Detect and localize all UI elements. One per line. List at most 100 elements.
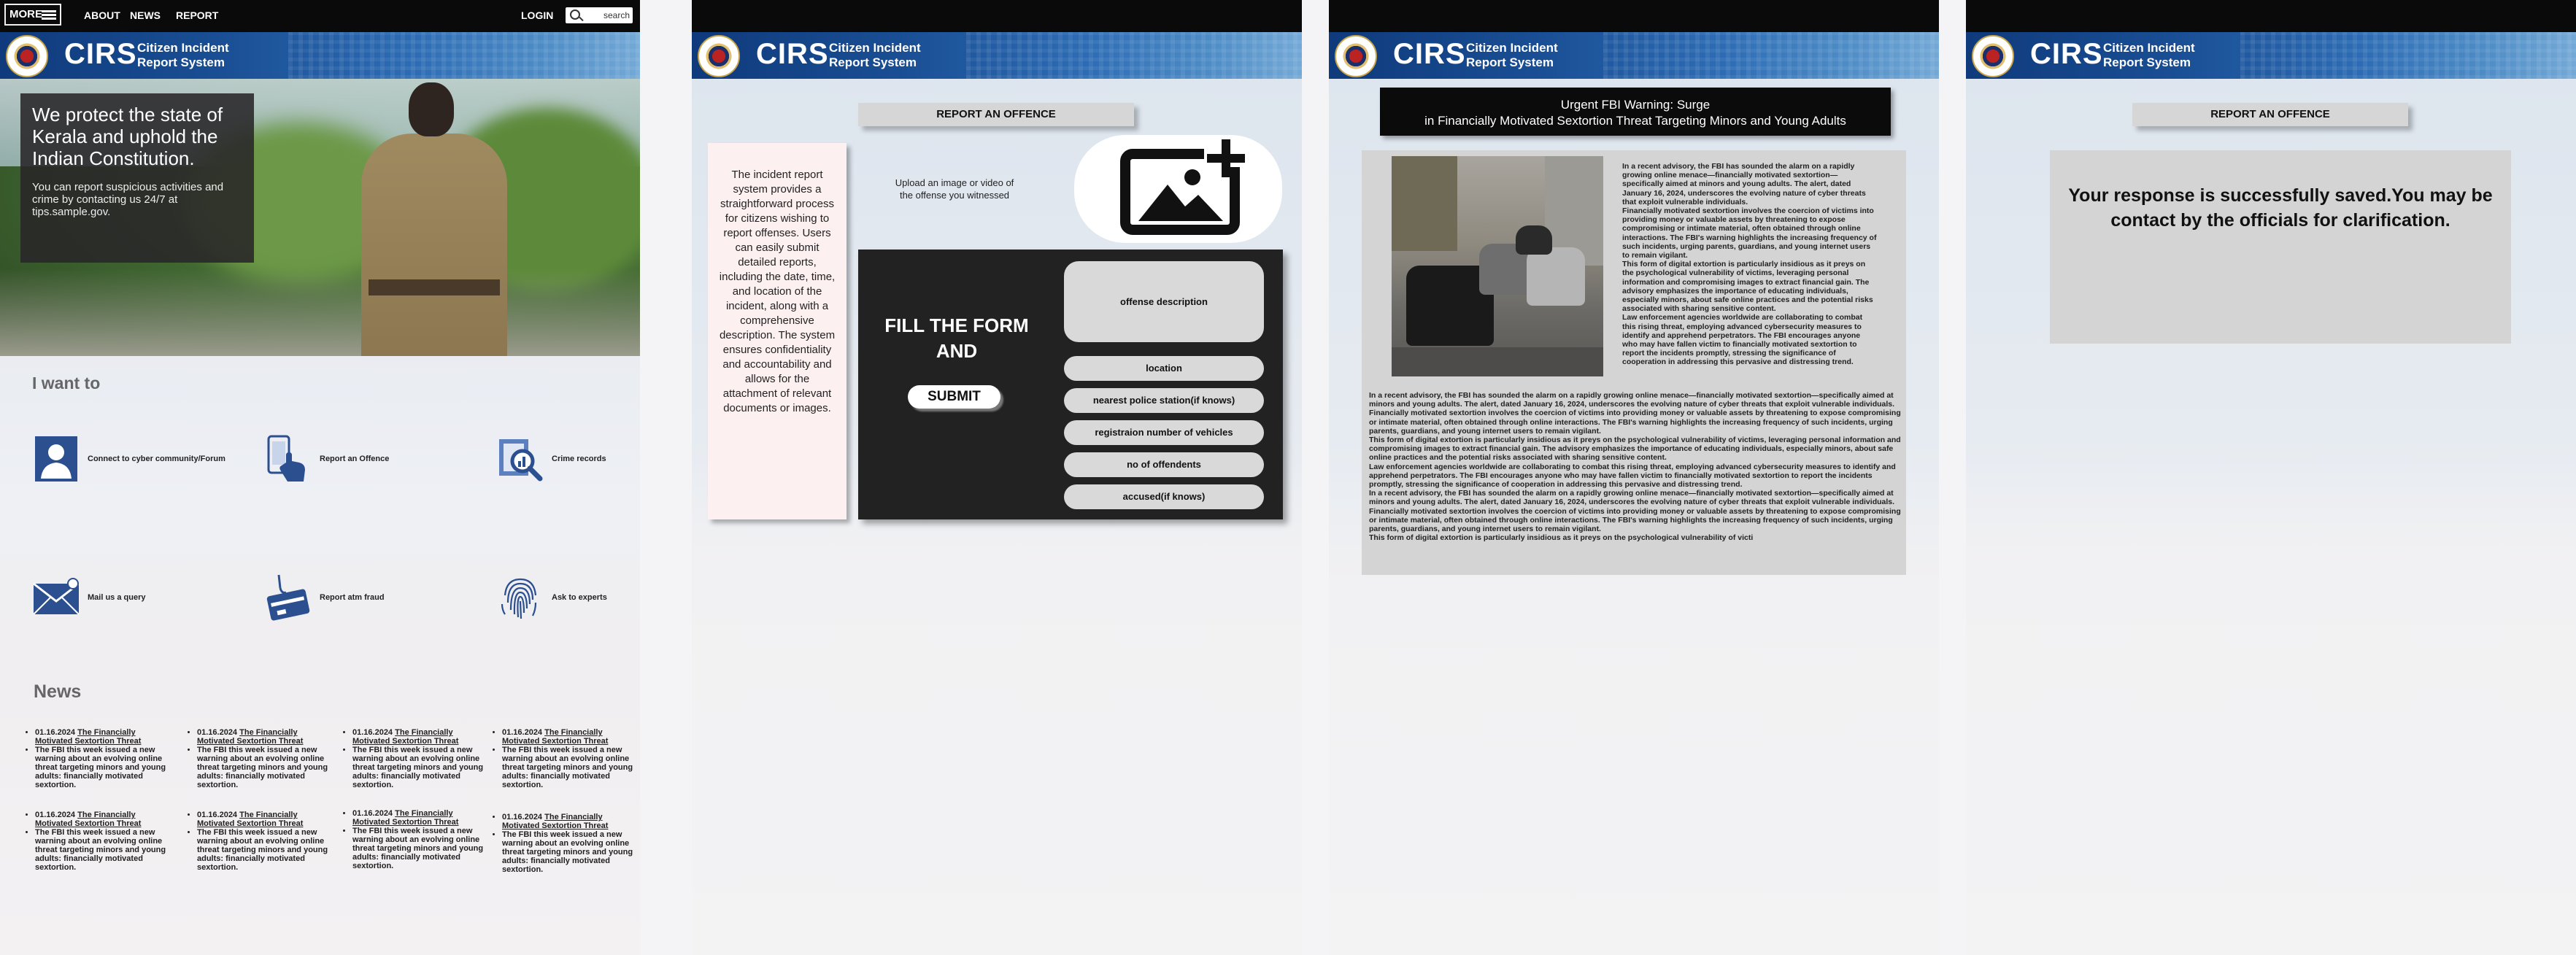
alert-headline: Urgent FBI Warning: Surge in Financially… [1380, 88, 1891, 136]
brand-subtitle: Citizen Incident Report System [829, 41, 921, 69]
news-article-screen: CIRS Citizen Incident Report System Urge… [1329, 0, 1939, 955]
news-body: The FBI this week issued a new warning a… [352, 746, 488, 789]
accused-field[interactable]: accused(if knows) [1064, 484, 1264, 509]
news-body: The FBI this week issued a new warning a… [197, 828, 333, 872]
fingerprint-icon [496, 573, 544, 622]
hero-headline: We protect the state of Kerala and uphol… [32, 104, 223, 169]
action-report-offence[interactable]: Report an Offence [264, 435, 389, 483]
brand-subtitle: Citizen Incident Report System [2103, 41, 2195, 69]
hamburger-icon [42, 10, 56, 20]
brand-logo-text[interactable]: CIRS [64, 38, 137, 71]
kerala-police-emblem-icon [698, 35, 740, 77]
search-placeholder: search [603, 10, 630, 20]
atm-card-icon [264, 573, 312, 622]
nav-news[interactable]: NEWS [130, 9, 161, 21]
i-want-to-heading: I want to [32, 374, 101, 393]
brand-logo-text[interactable]: CIRS [1393, 38, 1466, 71]
action-connect-forum[interactable]: Connect to cyber community/Forum [32, 435, 225, 483]
brand-subtitle: Citizen Incident Report System [137, 41, 229, 69]
news-item: 01.16.2024 The Financially Motivated Sex… [25, 728, 171, 789]
nav-about[interactable]: ABOUT [84, 9, 120, 21]
news-item: 01.16.2024 The Financially Motivated Sex… [492, 728, 638, 789]
nearest-police-station-field[interactable]: nearest police station(if knows) [1064, 388, 1264, 413]
site-banner: CIRS Citizen Incident Report System [1966, 32, 2576, 79]
report-offence-screen: CIRS Citizen Incident Report System REPO… [692, 0, 1302, 955]
action-label: Connect to cyber community/Forum [88, 455, 225, 463]
mail-icon [32, 573, 80, 622]
upload-instructions: Upload an image or video of the offense … [895, 177, 1014, 201]
action-crime-records[interactable]: Crime records [496, 435, 606, 483]
more-menu-button[interactable]: MORE [4, 4, 61, 26]
hero-message: We protect the state of Kerala and uphol… [20, 93, 254, 263]
news-item: 01.16.2024 The Financially Motivated Sex… [342, 728, 488, 789]
nav-login[interactable]: LOGIN [521, 9, 553, 21]
brand-logo-text[interactable]: CIRS [2030, 38, 2103, 71]
upload-media-button[interactable] [1074, 135, 1282, 243]
kerala-police-emblem-icon [1335, 35, 1377, 77]
news-body: The FBI this week issued a new warning a… [352, 827, 488, 870]
action-label: Report an Offence [320, 455, 390, 463]
action-report-atm-fraud[interactable]: Report atm fraud [264, 573, 385, 622]
news-item: 01.16.2024 The Financially Motivated Sex… [492, 813, 638, 874]
action-label: Report atm fraud [320, 593, 385, 602]
report-form: FILL THE FORM AND SUBMIT offense descrip… [858, 250, 1283, 519]
news-body: The FBI this week issued a new warning a… [502, 746, 638, 789]
site-banner: CIRS Citizen Incident Report System [1329, 32, 1939, 79]
news-date: 01.16.2024 [35, 728, 76, 737]
top-nav: MORE ABOUT NEWS REPORT LOGIN search [0, 0, 640, 32]
news-item: 01.16.2024 The Financially Motivated Sex… [25, 811, 171, 872]
report-description-card: The incident report system provides a st… [708, 143, 847, 519]
article-body-text: In a recent advisory, the FBI has sounde… [1369, 391, 1901, 543]
top-bar [1966, 0, 2576, 32]
touch-phone-icon [264, 435, 312, 483]
news-body: The FBI this week issued a new warning a… [502, 830, 638, 874]
vehicle-registration-field[interactable]: registraion number of vehicles [1064, 420, 1264, 445]
news-body: The FBI this week issued a new warning a… [35, 828, 171, 872]
alert-line-2: in Financially Motivated Sextortion Thre… [1424, 114, 1846, 128]
action-label: Mail us a query [88, 593, 146, 602]
form-title: FILL THE FORM AND [884, 314, 1029, 362]
news-date: 01.16.2024 [502, 728, 543, 737]
hero-body: You can report suspicious activities and… [32, 181, 224, 218]
brand-subtitle: Citizen Incident Report System [1466, 41, 1558, 69]
news-body: The FBI this week issued a new warning a… [35, 746, 171, 789]
kerala-police-emblem-icon [6, 35, 48, 77]
news-item: 01.16.2024 The Financially Motivated Sex… [187, 728, 333, 789]
search-icon [570, 9, 580, 20]
brand-logo-text[interactable]: CIRS [756, 38, 829, 71]
news-date: 01.16.2024 [197, 728, 238, 737]
news-date: 01.16.2024 [352, 809, 393, 818]
report-offence-header-button[interactable]: REPORT AN OFFENCE [2132, 103, 2408, 126]
home-screen: MORE ABOUT NEWS REPORT LOGIN search CIRS… [0, 0, 640, 955]
alert-line-1: Urgent FBI Warning: Surge [1560, 98, 1711, 112]
news-date: 01.16.2024 [352, 728, 393, 737]
offense-description-field[interactable]: offense description [1064, 261, 1264, 342]
top-bar [692, 0, 1302, 32]
action-mail-query[interactable]: Mail us a query [32, 573, 145, 622]
offendents-count-field[interactable]: no of offendents [1064, 452, 1264, 477]
news-item: 01.16.2024 The Financially Motivated Sex… [342, 809, 488, 870]
action-ask-experts[interactable]: Ask to experts [496, 573, 607, 622]
person-icon [32, 435, 80, 483]
action-label: Crime records [552, 455, 606, 463]
news-item: 01.16.2024 The Financially Motivated Sex… [187, 811, 333, 872]
action-label: Ask to experts [552, 593, 607, 602]
search-input[interactable]: search [566, 7, 633, 23]
article-side-text: In a recent advisory, the FBI has sounde… [1622, 162, 1877, 367]
news-date: 01.16.2024 [35, 811, 76, 819]
response-saved-message: Your response is successfully saved.You … [2050, 150, 2511, 344]
street-traffic-photo [1392, 156, 1603, 376]
records-search-icon [496, 435, 544, 483]
add-image-icon [1120, 138, 1248, 235]
police-officer-figure [347, 82, 507, 356]
site-banner: CIRS Citizen Incident Report System [692, 32, 1302, 79]
report-confirmation-screen: CIRS Citizen Incident Report System REPO… [1966, 0, 2576, 955]
kerala-police-emblem-icon [1972, 35, 2014, 77]
nav-report[interactable]: REPORT [176, 9, 218, 21]
location-field[interactable]: location [1064, 356, 1264, 381]
top-bar [1329, 0, 1939, 32]
report-offence-header-button[interactable]: REPORT AN OFFENCE [858, 103, 1134, 126]
more-label: MORE [9, 8, 42, 20]
submit-button[interactable]: SUBMIT [908, 385, 1000, 409]
site-banner: CIRS Citizen Incident Report System [0, 32, 640, 79]
